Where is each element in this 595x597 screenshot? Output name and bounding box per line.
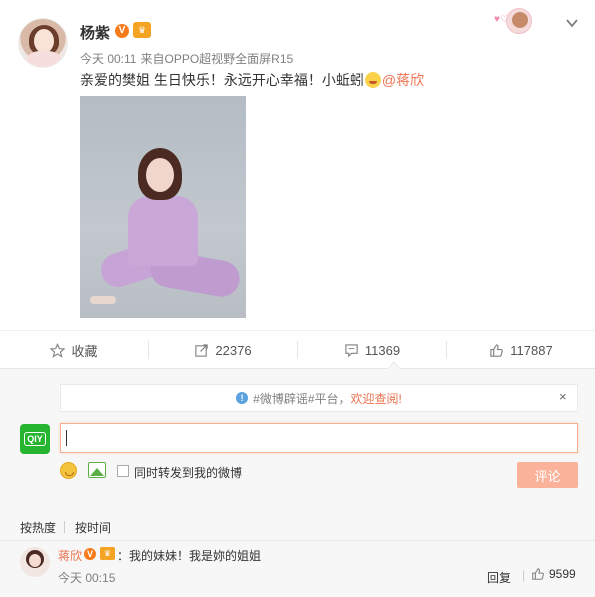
divider bbox=[64, 521, 65, 533]
thumbs-up-icon bbox=[490, 343, 504, 357]
divider bbox=[523, 570, 524, 582]
author-name[interactable]: 杨紫 bbox=[80, 22, 110, 43]
thumbs-up-icon bbox=[532, 568, 544, 580]
like-button[interactable]: 117887 bbox=[447, 331, 595, 369]
post-image[interactable] bbox=[80, 96, 246, 318]
comment-icon bbox=[345, 343, 358, 357]
commenter-name[interactable]: 蒋欣 bbox=[58, 547, 82, 564]
emoji-picker-icon[interactable] bbox=[60, 462, 77, 479]
post-meta: 今天 00:11 来自OPPO超视野全面屏R15 bbox=[80, 50, 297, 67]
comment-input[interactable] bbox=[60, 423, 578, 453]
repost-button[interactable]: 22376 bbox=[149, 331, 297, 369]
submit-comment-button[interactable]: 评论 bbox=[517, 462, 578, 488]
comment-text: ：我的妹妹！我是妳的姐姐 bbox=[117, 549, 262, 563]
comment-time: 今天 00:15 bbox=[58, 571, 116, 585]
reply-button[interactable]: 回复 bbox=[487, 569, 511, 586]
verified-badge-icon: V bbox=[84, 548, 96, 560]
post-time[interactable]: 今天 00:11 bbox=[80, 52, 136, 66]
notice-text: #微博辟谣#平台， bbox=[253, 391, 351, 406]
commenter-avatar[interactable] bbox=[20, 547, 50, 577]
post-text: 亲爱的樊姐 生日快乐！永远开心幸福！小蚯蚓 @蒋欣 bbox=[80, 70, 424, 90]
tab-by-hot[interactable]: 按热度 bbox=[20, 519, 56, 536]
post-text-body: 亲爱的樊姐 生日快乐！永远开心幸福！小蚯蚓 bbox=[80, 72, 364, 88]
comment-count: 11369 bbox=[364, 342, 401, 358]
favorite-button[interactable]: 收藏 bbox=[0, 331, 148, 369]
iqiyi-app-icon: QIY bbox=[20, 424, 50, 454]
info-icon: ! bbox=[236, 392, 249, 404]
star-icon bbox=[50, 342, 66, 358]
favorite-label: 收藏 bbox=[71, 343, 98, 359]
repost-count: 22376 bbox=[215, 342, 252, 358]
comment-like-button[interactable]: 9599 bbox=[531, 567, 576, 581]
comment-like-count: 9599 bbox=[549, 567, 576, 581]
repost-icon bbox=[195, 343, 209, 357]
iqiyi-logo-text: QIY bbox=[24, 432, 46, 446]
mention-link[interactable]: @蒋欣 bbox=[382, 72, 424, 88]
post-action-bar: 收藏 22376 11369 117887 bbox=[0, 330, 595, 368]
post-source[interactable]: OPPO超视野全面屏R15 bbox=[165, 52, 294, 66]
comment-button[interactable]: 11369 bbox=[298, 331, 446, 369]
chevron-down-icon[interactable] bbox=[565, 16, 579, 30]
verified-badge-icon: V bbox=[115, 24, 129, 38]
laughing-emoji-icon bbox=[364, 72, 381, 88]
rumor-notice-banner[interactable]: ! #微博辟谣#平台， 欢迎查阅! bbox=[60, 384, 578, 412]
panel-pointer-icon bbox=[388, 362, 400, 369]
post-source-prefix: 来自 bbox=[140, 52, 165, 66]
author-avatar[interactable] bbox=[18, 18, 68, 68]
member-crown-icon: ♛ bbox=[100, 547, 115, 560]
notice-link[interactable]: 欢迎查阅! bbox=[351, 390, 402, 407]
comment-sort-tabs: 按热度 按时间 bbox=[0, 513, 595, 541]
like-count: 117887 bbox=[510, 342, 553, 358]
image-upload-icon[interactable] bbox=[88, 462, 106, 478]
repost-checkbox[interactable] bbox=[117, 465, 129, 477]
tab-by-time[interactable]: 按时间 bbox=[75, 519, 111, 536]
repost-checkbox-label[interactable]: 同时转发到我的微博 bbox=[134, 464, 242, 481]
member-crown-icon: ♛ bbox=[133, 22, 151, 38]
close-icon[interactable]: × bbox=[559, 389, 567, 404]
card-decoration-avatar[interactable]: ♥♡ bbox=[494, 8, 538, 34]
text-cursor bbox=[66, 430, 67, 446]
